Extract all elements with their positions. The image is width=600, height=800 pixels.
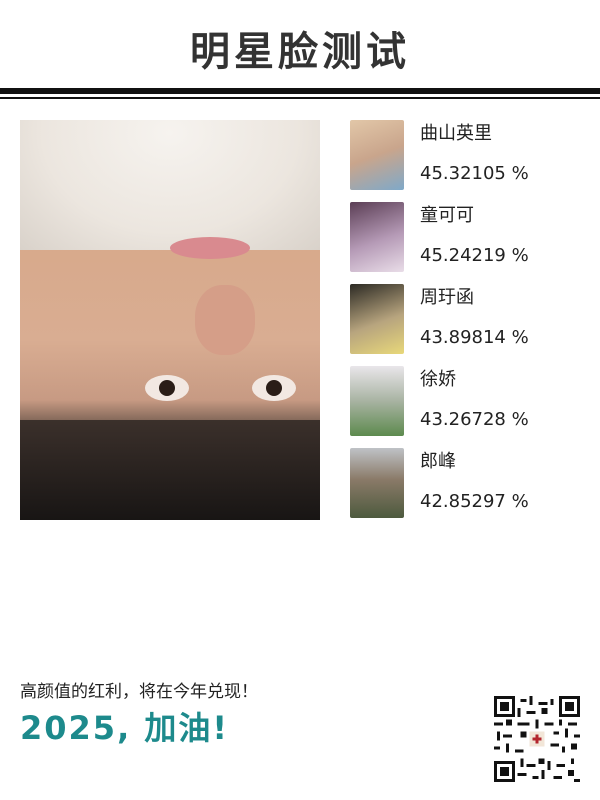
celebrity-name: 徐娇 xyxy=(420,369,456,390)
result-item[interactable]: 童可可 45.24219 % xyxy=(350,202,580,284)
celebrity-thumbnail xyxy=(350,284,404,354)
header-divider-thick xyxy=(0,88,600,94)
photo-hair xyxy=(20,420,320,520)
celebrity-name: 郎峰 xyxy=(420,451,456,472)
celebrity-name: 周玗函 xyxy=(420,287,474,308)
celebrity-thumbnail xyxy=(350,448,404,518)
similarity-score: 43.26728 % xyxy=(420,409,529,430)
celebrity-thumbnail xyxy=(350,366,404,436)
result-item[interactable]: 郎峰 42.85297 % xyxy=(350,448,580,530)
result-item[interactable]: 周玗函 43.89814 % xyxy=(350,284,580,366)
cheer-text: 2025, 加油! xyxy=(20,709,229,747)
similarity-score: 43.89814 % xyxy=(420,327,529,348)
photo-eye-left xyxy=(145,375,189,401)
similarity-score: 45.32105 % xyxy=(420,163,529,184)
qr-code-icon xyxy=(494,696,580,782)
photo-eye-right xyxy=(252,375,296,401)
celebrity-name: 曲山英里 xyxy=(420,123,492,144)
celebrity-thumbnail xyxy=(350,202,404,272)
slogan-text: 高颜值的红利，将在今年兑现！ xyxy=(20,682,258,702)
result-item[interactable]: 曲山英里 45.32105 % xyxy=(350,120,580,202)
header-divider-thin xyxy=(0,97,600,99)
user-photo xyxy=(20,120,320,520)
photo-hood xyxy=(20,120,320,250)
match-results: 曲山英里 45.32105 % 童可可 45.24219 % 周玗函 43.89… xyxy=(350,120,580,530)
page-title: 明星脸测试 xyxy=(190,29,410,75)
photo-nose xyxy=(195,285,255,355)
similarity-score: 45.24219 % xyxy=(420,245,529,266)
celebrity-name: 童可可 xyxy=(420,205,474,226)
result-item[interactable]: 徐娇 43.26728 % xyxy=(350,366,580,448)
photo-lips xyxy=(170,237,250,259)
celebrity-thumbnail xyxy=(350,120,404,190)
similarity-score: 42.85297 % xyxy=(420,491,529,512)
